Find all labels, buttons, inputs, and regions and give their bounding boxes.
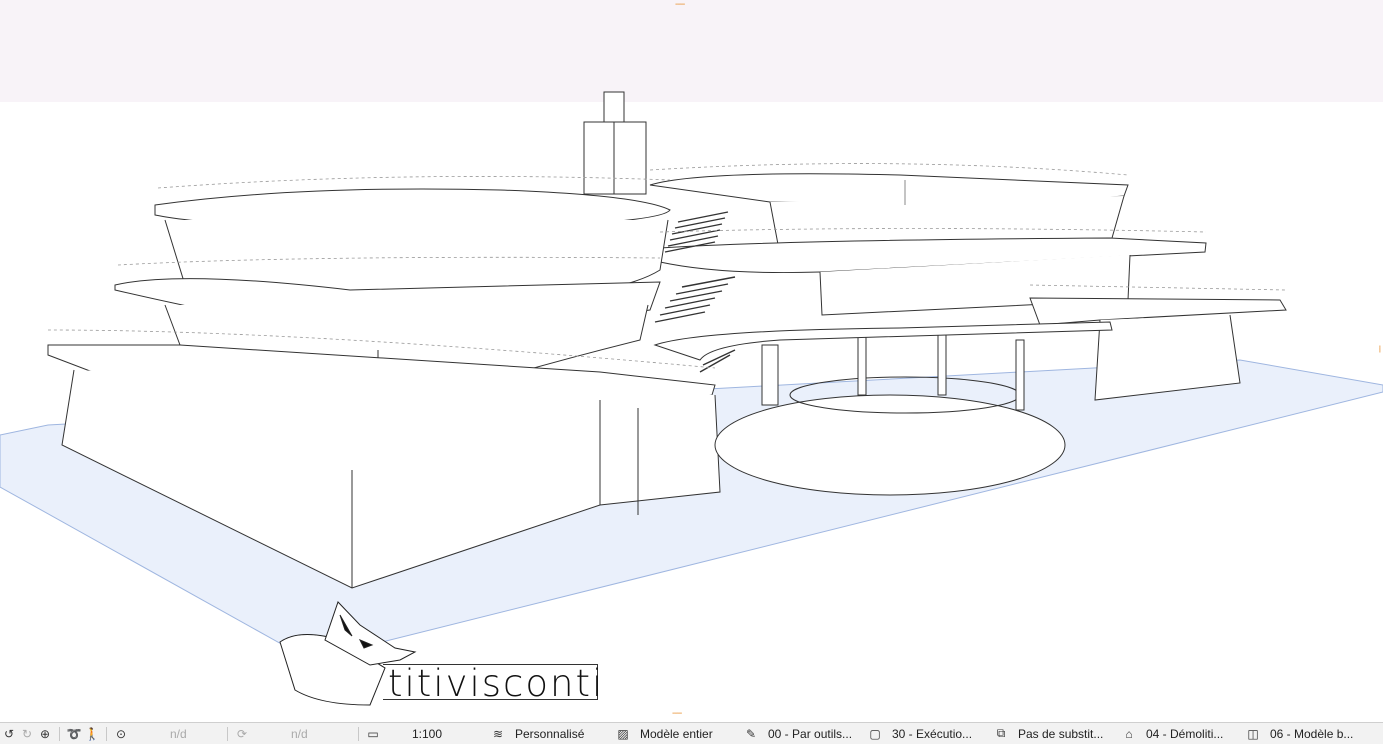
3d-style-value: 06 - Modèle b...	[1270, 726, 1354, 741]
layer-combination-control[interactable]: ≋ Personnalisé	[489, 723, 614, 744]
rotate-value: n/d	[291, 726, 308, 741]
renovation-icon: ⌂	[1125, 726, 1133, 741]
zoom-in-control[interactable]: ⊕	[36, 723, 54, 744]
zoom-fit-icon: ⊙	[115, 726, 127, 741]
building-model-drawing	[0, 91, 1383, 706]
model-view-options-control[interactable]: ▢ 30 - Exécutio...	[866, 723, 992, 744]
zoom-history-icon[interactable]: ↺	[0, 727, 18, 741]
graphic-override-control[interactable]: ⧉ Pas de substit...	[992, 723, 1120, 744]
hatch-icon: ▨	[617, 726, 629, 741]
ruler-icon: ▭	[367, 726, 379, 741]
override-icon: ⧉	[996, 726, 1006, 740]
split-handle-bottom[interactable]: ----	[672, 709, 682, 719]
zoom-value: n/d	[170, 726, 187, 741]
3d-style-control[interactable]: ◫ 06 - Modèle b...	[1244, 723, 1362, 744]
model-view-options-value: 30 - Exécutio...	[892, 726, 973, 741]
chimney	[583, 121, 647, 195]
renovation-filter-value: 04 - Démoliti...	[1146, 726, 1224, 741]
model-view-filter-value: Modèle entier	[640, 726, 713, 741]
3d-viewport[interactable]: ---- ---- --- titivisconti	[0, 0, 1383, 722]
model-view-filter-control[interactable]: ▨ Modèle entier	[614, 723, 742, 744]
status-bar: ↺ ↻ ⊕ ➰ 🚶 ⊙ n/d ⟳ n/d ▭ 1:100 ≋ Personna…	[0, 722, 1383, 744]
redo-view-icon[interactable]: ↻	[18, 727, 36, 741]
lasso-icon[interactable]: ➰	[65, 727, 83, 741]
scale-control[interactable]: ▭ 1:100	[364, 723, 489, 744]
round-terrace	[714, 394, 1066, 496]
zoom-icon[interactable]: ⊕	[36, 727, 54, 741]
zoom-fit-control[interactable]: ⊙ n/d	[112, 723, 222, 744]
rotate-icon: ⟳	[236, 726, 248, 741]
layers-icon: ≋	[492, 726, 504, 741]
pen-icon: ✎	[745, 726, 757, 741]
layer-combination-value: Personnalisé	[515, 726, 585, 741]
scale-value: 1:100	[412, 726, 443, 741]
pen-set-value: 00 - Par outils...	[768, 726, 853, 741]
logo-text: titivisconti	[388, 662, 605, 705]
model-view-icon: ▢	[869, 726, 881, 741]
rotate-control[interactable]: ⟳ n/d	[233, 723, 353, 744]
walk-icon[interactable]: 🚶	[83, 727, 101, 741]
zoom-history-control[interactable]: ↺ ↻	[0, 723, 36, 744]
split-handle-right[interactable]: ---	[1374, 345, 1383, 352]
renovation-filter-control[interactable]: ⌂ 04 - Démoliti...	[1120, 723, 1244, 744]
pen-set-control[interactable]: ✎ 00 - Par outils...	[742, 723, 866, 744]
3d-box-icon: ◫	[1247, 726, 1259, 741]
graphic-override-value: Pas de substit...	[1018, 726, 1104, 741]
split-handle-top[interactable]: ----	[675, 0, 685, 10]
